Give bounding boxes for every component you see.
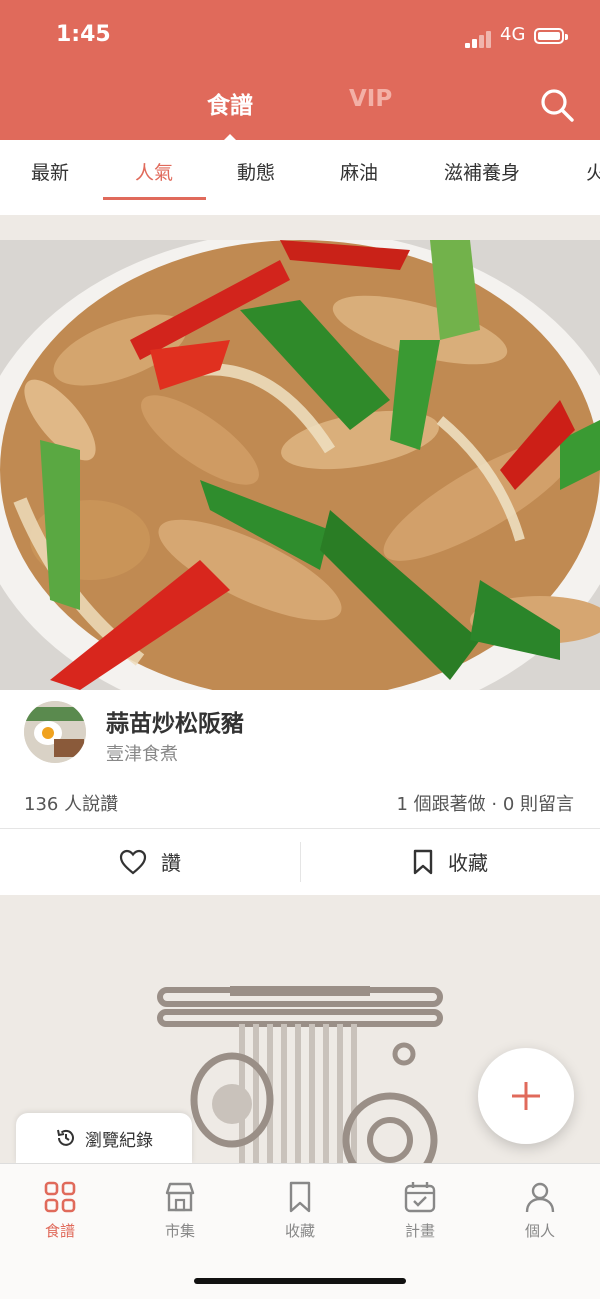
like-label: 讚 (161, 851, 181, 875)
nav-profile-label: 個人 (524, 1222, 555, 1240)
history-label: 瀏覽紀錄 (85, 1130, 153, 1151)
grid-icon (44, 1181, 76, 1213)
nav-plan[interactable]: 計畫 (360, 1180, 480, 1241)
status-time: 1:45 (56, 22, 111, 47)
card-separator (0, 215, 600, 240)
main-tabs: 食譜 VIP (0, 86, 600, 126)
category-active-underline (103, 197, 206, 200)
recipe-author[interactable]: 壹津食煮 (106, 740, 178, 766)
person-icon (525, 1182, 555, 1213)
add-recipe-button[interactable] (478, 1048, 574, 1144)
category-tab-more[interactable]: 火 (586, 158, 600, 185)
nav-plan-label: 計畫 (404, 1222, 435, 1240)
bookmark-icon (413, 849, 433, 874)
author-avatar[interactable] (24, 701, 86, 763)
nav-favorites[interactable]: 收藏 (240, 1180, 360, 1241)
category-tab-latest[interactable]: 最新 (31, 158, 69, 185)
tab-recipes[interactable]: 食譜 (207, 86, 253, 120)
history-clock-icon (57, 1129, 74, 1146)
likes-count: 136 人說讚 (24, 794, 119, 815)
category-tab-sesame-oil[interactable]: 麻油 (340, 158, 378, 185)
bookmark-icon (289, 1181, 311, 1213)
recipe-stats: 1 個跟著做 · 0 則留言 (396, 794, 574, 815)
signal-icon (465, 30, 495, 48)
nav-recipes-label: 食譜 (44, 1222, 75, 1240)
category-tab-activity[interactable]: 動態 (237, 158, 275, 185)
nav-market-label: 市集 (164, 1222, 195, 1240)
status-bar: 1:45 4G (0, 22, 600, 56)
recipe-title[interactable]: 蒜苗炒松阪豬 (106, 704, 244, 738)
heart-icon (119, 849, 147, 874)
nav-favorites-label: 收藏 (284, 1222, 315, 1240)
category-tabs: 最新 人氣 動態 麻油 滋補養身 火 (0, 140, 600, 202)
network-label: 4G (500, 24, 526, 45)
store-icon (165, 1182, 195, 1212)
home-indicator (194, 1278, 406, 1284)
nav-profile[interactable]: 個人 (480, 1180, 600, 1241)
plus-icon (512, 1082, 540, 1110)
save-button[interactable]: 收藏 (300, 828, 600, 895)
battery-icon (534, 28, 568, 44)
loading-placeholder-illustration (157, 986, 443, 1170)
recipe-card[interactable]: 蒜苗炒松阪豬 壹津食煮 136 人說讚 1 個跟著做 · 0 則留言 讚 收藏 (0, 240, 600, 895)
category-tab-popular[interactable]: 人氣 (135, 158, 173, 185)
nav-market[interactable]: 市集 (120, 1180, 240, 1241)
like-button[interactable]: 讚 (0, 828, 300, 895)
tab-vip[interactable]: VIP (349, 86, 392, 112)
calendar-check-icon (404, 1182, 436, 1213)
search-icon[interactable] (540, 88, 574, 122)
category-tab-nourishing[interactable]: 滋補養身 (444, 158, 520, 185)
app-header: 1:45 4G 食譜 VIP (0, 0, 600, 142)
nav-recipes[interactable]: 食譜 (0, 1180, 120, 1241)
save-label: 收藏 (448, 851, 488, 875)
browse-history-button[interactable]: 瀏覽紀錄 (16, 1113, 192, 1163)
recipe-photo[interactable] (0, 240, 600, 690)
previous-card-edge (0, 201, 600, 215)
